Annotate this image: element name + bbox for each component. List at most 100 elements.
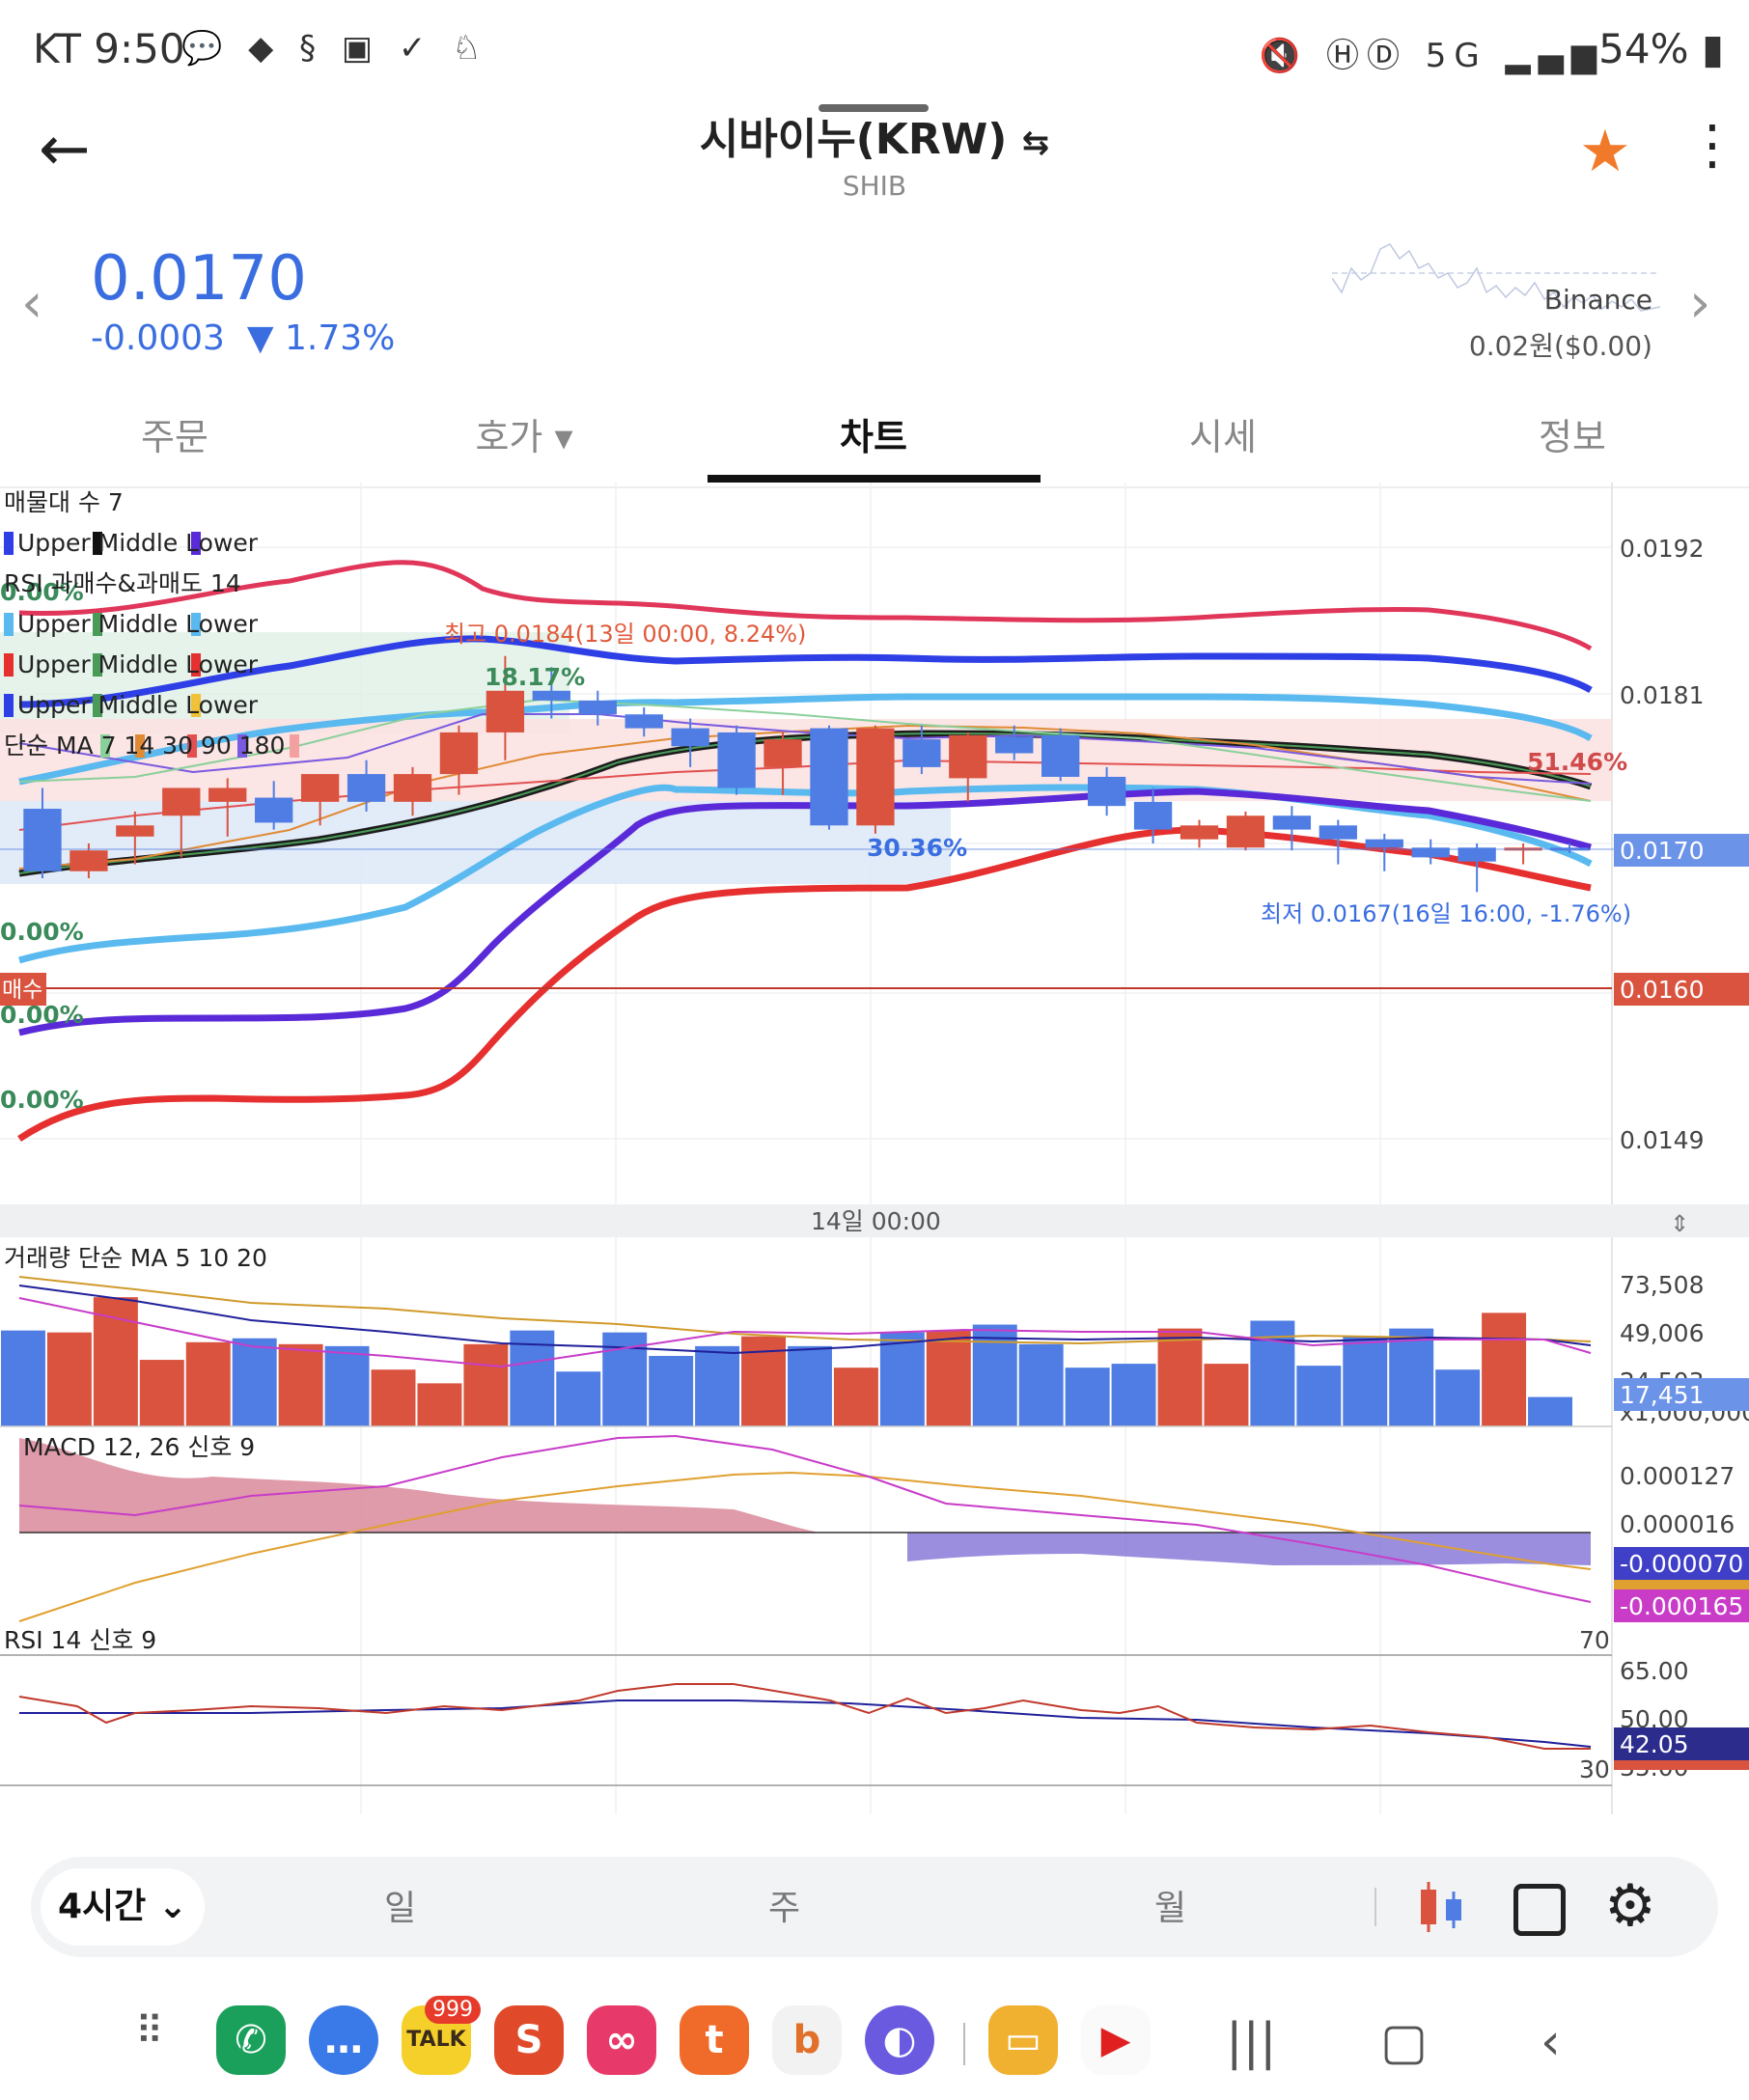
coin-title[interactable]: 시바이누(KRW) ⇆ [0, 104, 1749, 166]
main-chart-legend: 매물대 수 7 Upper Middle Lower RSI 과매수&과매도 1… [4, 488, 299, 760]
candle-body[interactable] [856, 728, 895, 826]
macd-y-0: 0.000127 [1620, 1462, 1735, 1490]
low-annotation: 최저 0.0167(16일 16:00, -1.76%) [1261, 900, 1631, 927]
youtube-app-icon[interactable]: ▶ [1081, 2005, 1151, 2075]
volume-bar [232, 1338, 277, 1426]
volume-bar [1343, 1336, 1388, 1426]
internet-app-icon[interactable]: ◐ [865, 2005, 934, 2075]
candle-body[interactable] [1226, 815, 1265, 848]
dock-divider [963, 2023, 965, 2065]
tab-info[interactable]: 정보 [1398, 407, 1747, 460]
legend-line-3: Upper Middle Lower [17, 610, 259, 638]
candle-body[interactable] [1133, 801, 1173, 830]
volume-bar [417, 1383, 462, 1426]
volume-bar [1018, 1343, 1064, 1426]
volume-bar [556, 1371, 601, 1426]
volume-bar [649, 1355, 694, 1426]
pct-label-3: 30.36% [867, 834, 967, 862]
candle-body[interactable] [532, 690, 570, 701]
volume-y-0: 73,508 [1620, 1271, 1704, 1299]
layout-square-icon[interactable] [1513, 1884, 1566, 1936]
tab-order[interactable]: 주문 [0, 407, 349, 460]
recent-apps-icon[interactable]: ||| [1226, 2013, 1277, 2071]
drag-handle[interactable] [819, 104, 929, 112]
volume-current-tag: 17,451 [1620, 1381, 1704, 1409]
volume-bar [93, 1297, 138, 1426]
tab-market[interactable]: 시세 [1048, 407, 1398, 460]
candle-body[interactable] [995, 736, 1034, 754]
macd-tag-blue: -0.000070 [1620, 1550, 1743, 1578]
settings-gear-icon[interactable]: ⚙ [1604, 1872, 1656, 1940]
candle-body[interactable] [300, 774, 340, 802]
candle-body[interactable] [255, 797, 293, 823]
macd-legend: MACD 12, 26 신호 9 [23, 1433, 255, 1461]
candle-body[interactable] [902, 739, 941, 767]
exchange-name: Binance [1543, 284, 1652, 316]
volume-bar [1435, 1369, 1481, 1426]
candle-body[interactable] [116, 825, 154, 837]
candle-body[interactable] [1365, 839, 1403, 848]
swap-icon[interactable]: ⇆ [1022, 124, 1050, 162]
volume-bar [972, 1324, 1017, 1426]
candle-body[interactable] [1180, 825, 1219, 840]
volume-bar [1065, 1368, 1110, 1426]
notification-icons: 💬 ◆ § ▣ ✓ ♘ [181, 29, 489, 68]
home-icon[interactable]: ▢ [1380, 2013, 1428, 2071]
candle-body[interactable] [949, 734, 987, 779]
nav-back-icon[interactable]: ‹ [1541, 2013, 1561, 2071]
candle-body[interactable] [671, 728, 709, 747]
volume-legend: 거래량 단순 MA 5 10 20 [4, 1244, 267, 1272]
candlestick-icon[interactable] [1415, 1880, 1469, 1934]
files-app-icon[interactable]: ▭ [988, 2005, 1058, 2075]
volume-bar [324, 1345, 370, 1426]
period-week[interactable]: 주 [768, 1880, 800, 1930]
volume-bar [371, 1369, 416, 1426]
candle-body[interactable] [23, 809, 62, 871]
t-app-icon[interactable]: t [680, 2005, 749, 2075]
candle-body[interactable] [1041, 734, 1080, 777]
timeframe-selector[interactable]: 4시간 ⌄ [41, 1868, 205, 1946]
legend-line-2: RSI 과매수&과매도 14 [4, 569, 241, 597]
candle-body[interactable] [763, 739, 802, 767]
volume-bar [463, 1343, 509, 1426]
volume-series [1, 1297, 1572, 1426]
period-month[interactable]: 월 [1154, 1880, 1186, 1930]
x-axis-label: 14일 00:00 [811, 1207, 941, 1235]
next-coin-chevron-icon[interactable]: › [1689, 272, 1710, 335]
tab-chart[interactable]: 차트 [699, 407, 1048, 460]
candle-body[interactable] [1272, 815, 1312, 830]
favorite-star-icon[interactable]: ★ [1579, 118, 1631, 185]
candle-body[interactable] [486, 690, 525, 732]
period-day[interactable]: 일 [384, 1880, 416, 1930]
app-drawer-icon[interactable]: ⠿ [135, 2009, 165, 2054]
exchange-price: 0.02원($0.00) [1468, 330, 1652, 362]
volume-bar [139, 1360, 184, 1426]
volume-bar [788, 1345, 832, 1426]
b-app-icon[interactable]: b [772, 2005, 842, 2075]
messages-app-icon[interactable]: … [309, 2005, 378, 2075]
candle-body[interactable] [439, 732, 479, 775]
candle-body[interactable] [810, 728, 848, 826]
s-app-icon[interactable]: S [494, 2005, 564, 2075]
candle-body[interactable] [162, 788, 201, 816]
candle-body[interactable] [347, 774, 386, 802]
prev-coin-chevron-icon[interactable]: ‹ [21, 272, 42, 335]
system-nav-bar: ⠿ ✆ … TALK 999 S ∞ t b ◐ ▭ ▶ ||| ▢ ‹ [0, 1988, 1749, 2100]
candle-body[interactable] [208, 788, 247, 802]
volume-bar [185, 1341, 231, 1426]
candle-body[interactable] [69, 850, 108, 871]
phone-app-icon[interactable]: ✆ [216, 2005, 286, 2075]
more-menu-icon[interactable]: ⋮ [1685, 114, 1739, 177]
candle-body[interactable] [393, 774, 432, 802]
tab-orderbook[interactable]: 호가 ▾ [349, 407, 699, 460]
candle-body[interactable] [578, 700, 617, 715]
price-chart[interactable]: 최고 0.0184(13일 00:00, 8.24%) 최저 0.0167(16… [0, 483, 1749, 1824]
candle-body[interactable] [1319, 825, 1357, 840]
status-time: KT 9:50 [33, 25, 185, 72]
candle-body[interactable] [625, 714, 663, 729]
candle-body[interactable] [717, 732, 756, 788]
volume-bar [1482, 1312, 1527, 1426]
infinity-app-icon[interactable]: ∞ [587, 2005, 656, 2075]
candle-body[interactable] [1087, 776, 1126, 807]
rsi-y-0: 65.00 [1620, 1657, 1689, 1685]
